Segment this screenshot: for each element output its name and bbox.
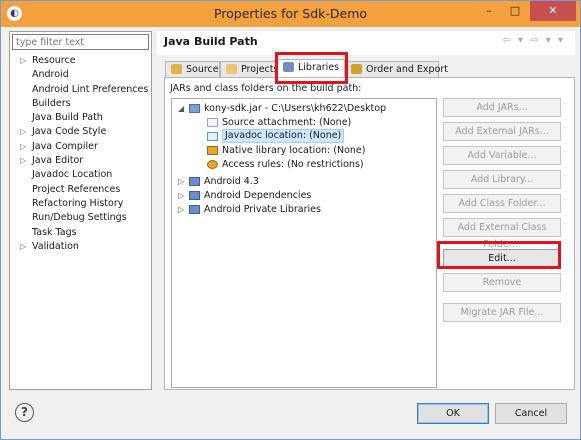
add-external-jars-button[interactable]: Add External JARs... xyxy=(443,122,561,141)
help-icon[interactable]: ? xyxy=(15,403,34,422)
jar-icon xyxy=(189,104,200,113)
migrate-jar-file-button[interactable]: Migrate JAR File... xyxy=(443,303,561,322)
libraries-panel: JARs and class folders on the build path… xyxy=(164,77,575,390)
sidebar-item-validation[interactable]: ▷ Validation xyxy=(10,240,151,254)
sidebar-item-label: Java Code Style xyxy=(32,126,107,138)
sidebar-item-builders[interactable]: Builders xyxy=(10,97,151,111)
tab-projects[interactable]: Projects xyxy=(220,61,279,77)
sidebar-item-label: Refactoring History xyxy=(32,197,124,209)
sidebar-item-label: Javadoc Location xyxy=(32,169,113,181)
dialog-footer: ? OK Cancel xyxy=(1,390,580,439)
javadoc-icon xyxy=(207,132,218,141)
tree-node-label: Javadoc location: (None) xyxy=(222,129,345,143)
sidebar-item-label: Validation xyxy=(32,240,79,252)
library-icon xyxy=(189,205,200,214)
library-icon xyxy=(189,177,200,186)
tab-label: Libraries xyxy=(298,62,340,73)
sidebar-item-task-tags[interactable]: Task Tags xyxy=(10,226,151,240)
tab-libraries[interactable]: Libraries xyxy=(277,59,345,77)
sidebar-item-android[interactable]: Android xyxy=(10,68,151,82)
sidebar-item-java-compiler[interactable]: ▷ Java Compiler xyxy=(10,140,151,154)
tab-label: Projects xyxy=(241,64,279,75)
tree-node-label: Native library location: (None) xyxy=(222,145,366,156)
tree-node-label: Source attachment: (None) xyxy=(222,117,352,128)
add-class-folder-button[interactable]: Add Class Folder... xyxy=(443,194,561,213)
sidebar-item-label: Android Lint Preferences xyxy=(32,83,149,95)
sidebar-item-project-references[interactable]: Project References xyxy=(10,183,151,197)
build-path-label: JARs and class folders on the build path… xyxy=(170,83,362,94)
sidebar-item-label: Java Editor xyxy=(32,155,84,167)
sidebar-item-label: Run/Debug Settings xyxy=(32,212,127,224)
tree-node-label: Android Private Libraries xyxy=(204,204,321,215)
sidebar-item-java-build-path[interactable]: Java Build Path xyxy=(10,111,151,125)
sidebar-item-java-editor[interactable]: ▷ Java Editor xyxy=(10,154,151,168)
edit-button[interactable]: Edit... xyxy=(443,249,561,268)
library-icon xyxy=(189,191,200,200)
libraries-icon xyxy=(283,62,294,72)
expand-icon[interactable]: ▷ xyxy=(178,175,188,188)
expand-arrow-icon[interactable]: ▷ xyxy=(20,240,26,254)
sidebar-item-label: Java Build Path xyxy=(32,112,103,124)
sidebar-item-javadoc-location[interactable]: Javadoc Location xyxy=(10,168,151,182)
minimize-button[interactable]: – xyxy=(476,1,502,21)
collapse-icon[interactable]: ◢ xyxy=(178,102,188,115)
tree-node-label: kony-sdk.jar - C:\Users\kh622\Desktop xyxy=(204,103,387,114)
sidebar-item-label: Java Compiler xyxy=(32,140,98,152)
expand-icon[interactable]: ▷ xyxy=(178,189,188,202)
expand-arrow-icon[interactable]: ▷ xyxy=(20,125,26,139)
source-folder-icon xyxy=(171,64,182,74)
tab-label: Source xyxy=(186,64,219,75)
tab-label: Order and Export xyxy=(366,64,449,75)
close-button[interactable]: ✕ xyxy=(530,1,576,21)
tree-node-label: Access rules: (No restrictions) xyxy=(222,159,364,170)
sidebar-item-label: Resource xyxy=(32,55,76,66)
expand-icon[interactable]: ▷ xyxy=(178,203,188,216)
order-export-icon xyxy=(351,64,362,74)
property-page-tree: ▷ Resource Android Android Lint Preferenc… xyxy=(10,54,151,254)
sidebar-item-label: Builders xyxy=(32,97,71,109)
tab-order-and-export[interactable]: Order and Export xyxy=(345,61,448,77)
remove-button[interactable]: Remove xyxy=(443,273,561,292)
history-nav-arrows[interactable]: ⇦ ▾ ⇨ ▾ ▾ xyxy=(502,35,565,46)
cancel-button[interactable]: Cancel xyxy=(495,403,567,424)
sidebar-item-label: Task Tags xyxy=(32,226,77,238)
page-title: Java Build Path xyxy=(164,35,258,48)
sidebar-item-label: Android xyxy=(32,69,69,81)
tree-node-label: Android 4.3 xyxy=(204,176,259,187)
filter-input[interactable] xyxy=(12,34,149,50)
add-library-button[interactable]: Add Library... xyxy=(443,170,561,189)
library-tree[interactable]: ◢ kony-sdk.jar - C:\Users\kh622\Desktop … xyxy=(171,98,437,388)
tab-source[interactable]: Source xyxy=(165,61,220,77)
sidebar-item-refactoring-history[interactable]: Refactoring History xyxy=(10,197,151,211)
native-library-icon xyxy=(207,146,218,155)
sidebar-item-resource[interactable]: ▷ Resource xyxy=(10,54,151,68)
expand-arrow-icon[interactable]: ▷ xyxy=(20,154,26,168)
title-bar: ◐ Properties for Sdk-Demo – □ ✕ xyxy=(1,1,580,27)
tree-node-label: Android Dependencies xyxy=(204,190,312,201)
sidebar-item-label: Project References xyxy=(32,183,121,195)
sidebar-item-android-lint[interactable]: Android Lint Preferences xyxy=(10,83,151,97)
expand-arrow-icon[interactable]: ▷ xyxy=(20,140,26,154)
maximize-button[interactable]: □ xyxy=(502,1,528,21)
sidebar-item-java-code-style[interactable]: ▷ Java Code Style xyxy=(10,125,151,139)
ok-button[interactable]: OK xyxy=(417,403,489,424)
expand-arrow-icon[interactable]: ▷ xyxy=(20,54,26,68)
sidebar: ▷ Resource Android Android Lint Preferenc… xyxy=(9,31,152,390)
add-variable-button[interactable]: Add Variable... xyxy=(443,146,561,165)
add-external-class-folder-button[interactable]: Add External Class Folder... xyxy=(443,218,561,250)
properties-dialog: ◐ Properties for Sdk-Demo – □ ✕ ▷ Resourc… xyxy=(0,0,581,440)
access-rules-icon xyxy=(207,160,218,169)
projects-folder-icon xyxy=(226,64,237,74)
page-header: Java Build Path ⇦ ▾ ⇨ ▾ ▾ xyxy=(157,31,575,55)
add-jars-button[interactable]: Add JARs... xyxy=(443,98,561,117)
source-attachment-icon xyxy=(207,118,218,127)
sidebar-item-run-debug-settings[interactable]: Run/Debug Settings xyxy=(10,211,151,225)
